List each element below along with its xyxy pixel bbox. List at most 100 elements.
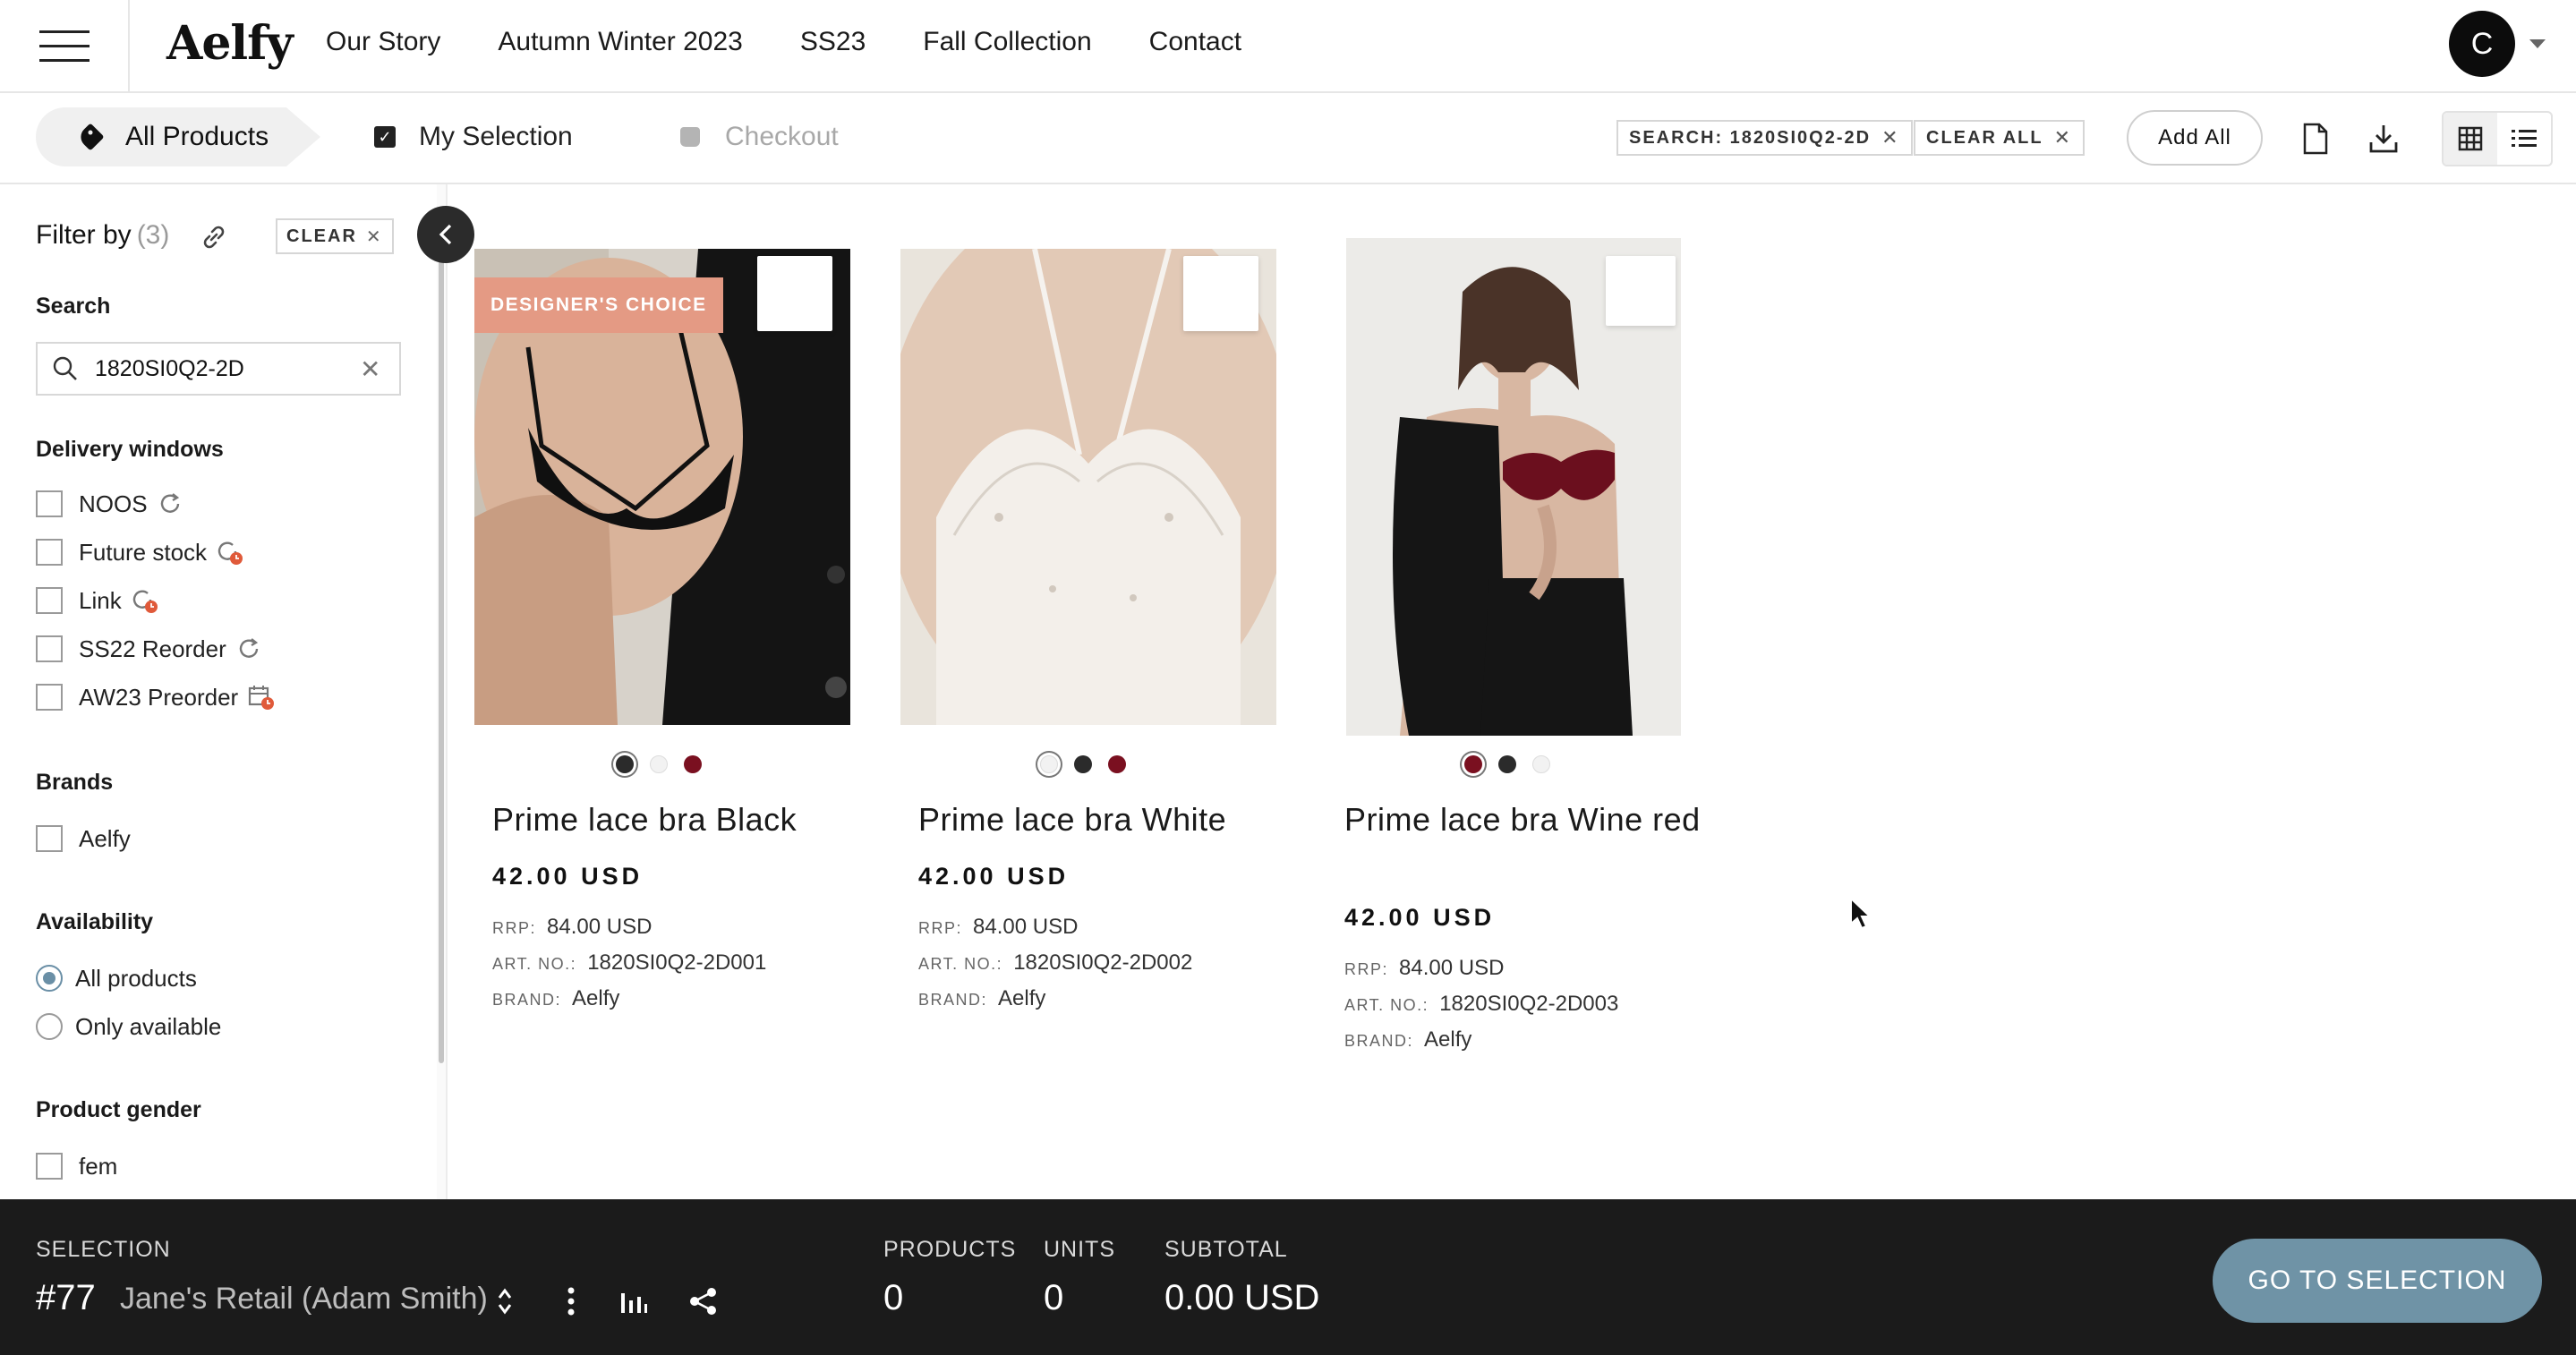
- rrp-label: RRP:: [492, 919, 537, 937]
- search-filter-chip[interactable]: SEARCH: 1820SI0Q2-2D ✕: [1616, 120, 1913, 156]
- product-rrp: RRP: 84.00 USD: [918, 915, 1078, 940]
- swatch-wine-red[interactable]: [1464, 755, 1482, 773]
- product-rrp: RRP: 84.00 USD: [1344, 956, 1504, 981]
- radio-selected[interactable]: [36, 965, 63, 992]
- share-icon[interactable]: [686, 1283, 721, 1319]
- close-icon[interactable]: ✕: [1881, 126, 1899, 149]
- step-all-products-label: All Products: [125, 122, 269, 151]
- rrp-label: RRP:: [1344, 960, 1389, 978]
- subtotal-value: 0.00 USD: [1164, 1278, 1320, 1317]
- nav-our-story[interactable]: Our Story: [326, 27, 440, 57]
- clear-all-chip[interactable]: CLEAR ALL ✕: [1914, 120, 2086, 156]
- brand-logo[interactable]: Aelfy: [166, 16, 294, 71]
- filter-option-label: NOOS: [79, 490, 148, 517]
- clear-filters-label: CLEAR: [286, 226, 357, 246]
- menu-icon[interactable]: [0, 0, 130, 93]
- close-icon[interactable]: ✕: [2054, 126, 2072, 149]
- step-all-products[interactable]: All Products: [36, 107, 320, 166]
- filter-option-future-stock[interactable]: Future stock: [36, 537, 244, 567]
- avatar[interactable]: C: [2449, 11, 2515, 77]
- brand-value: Aelfy: [572, 986, 620, 1010]
- step-checkout-label: Checkout: [725, 122, 839, 151]
- close-icon[interactable]: ✕: [366, 226, 383, 248]
- add-all-button[interactable]: Add All: [2127, 110, 2263, 166]
- list-view-icon[interactable]: [2497, 113, 2551, 165]
- product-art-no: ART. NO.: 1820SI0Q2-2D003: [1344, 992, 1618, 1017]
- chevron-left-icon: [439, 224, 452, 245]
- clear-search-icon[interactable]: ✕: [360, 354, 380, 384]
- more-options-icon[interactable]: [553, 1283, 589, 1319]
- radio[interactable]: [36, 1013, 63, 1040]
- selection-name[interactable]: Jane's Retail (Adam Smith): [120, 1282, 488, 1317]
- go-to-selection-button[interactable]: GO TO SELECTION: [2213, 1239, 2542, 1323]
- nav-contact[interactable]: Contact: [1149, 27, 1241, 57]
- rrp-value: 84.00 USD: [547, 915, 653, 939]
- product-name[interactable]: Prime lace bra Black: [492, 797, 850, 843]
- swatch-white[interactable]: [1040, 755, 1058, 773]
- link-icon[interactable]: [199, 222, 231, 254]
- filter-option-link[interactable]: Link: [36, 585, 159, 616]
- brand-label: BRAND:: [918, 991, 988, 1009]
- selection-id: #77: [36, 1278, 96, 1317]
- swatch-wine-red[interactable]: [1108, 755, 1126, 773]
- step-checkout[interactable]: Checkout: [680, 107, 839, 166]
- clear-filters-chip[interactable]: CLEAR ✕: [276, 218, 394, 254]
- checkbox[interactable]: [36, 825, 63, 852]
- nav-fall-collection[interactable]: Fall Collection: [923, 27, 1091, 57]
- swatch-black[interactable]: [1074, 755, 1092, 773]
- swatch-black[interactable]: [1498, 755, 1516, 773]
- selection-switcher-icon[interactable]: [487, 1283, 523, 1319]
- top-header: Aelfy Our Story Autumn Winter 2023 SS23 …: [0, 0, 2576, 93]
- brand-value: Aelfy: [998, 986, 1046, 1010]
- selection-bar: SELECTION #77 Jane's Retail (Adam Smith)…: [0, 1199, 2576, 1355]
- nav-autumn-winter-2023[interactable]: Autumn Winter 2023: [498, 27, 742, 57]
- document-icon[interactable]: [2297, 120, 2334, 158]
- brand-value: Aelfy: [1424, 1027, 1472, 1052]
- search-filter-chip-label: SEARCH: 1820SI0Q2-2D: [1629, 127, 1872, 148]
- products-label: PRODUCTS: [883, 1237, 1017, 1262]
- filter-option-gender-fem[interactable]: fem: [36, 1151, 117, 1181]
- checkbox[interactable]: [36, 684, 63, 711]
- sidebar-scroll-thumb[interactable]: [439, 233, 444, 1063]
- filter-option-ss22-reorder[interactable]: SS22 Reorder: [36, 634, 262, 664]
- product-price: 42.00 USD: [492, 863, 644, 890]
- search-field[interactable]: ✕: [36, 342, 401, 396]
- collapse-sidebar-button[interactable]: [417, 206, 474, 263]
- filter-option-aw23-preorder[interactable]: AW23 Preorder: [36, 682, 276, 712]
- select-product-checkbox[interactable]: [1606, 256, 1676, 326]
- swatch-black[interactable]: [616, 755, 634, 773]
- checkbox[interactable]: [36, 490, 63, 517]
- product-art-no: ART. NO.: 1820SI0Q2-2D001: [492, 950, 766, 976]
- swatch-white[interactable]: [650, 755, 668, 773]
- chevron-down-icon[interactable]: [2529, 39, 2546, 48]
- nav-ss23[interactable]: SS23: [800, 27, 866, 57]
- checkbox[interactable]: [36, 539, 63, 566]
- product-name[interactable]: Prime lace bra White: [918, 797, 1276, 843]
- filter-sidebar: Filter by(3) CLEAR ✕ Search ✕ Delivery w…: [0, 184, 448, 1199]
- product-brand: BRAND: Aelfy: [1344, 1027, 1471, 1052]
- checkbox[interactable]: [36, 1153, 63, 1180]
- checkbox[interactable]: [36, 635, 63, 662]
- search-input[interactable]: [95, 355, 354, 382]
- bar-chart-icon[interactable]: [616, 1283, 652, 1319]
- refresh-icon: [235, 635, 262, 662]
- product-name[interactable]: Prime lace bra Wine red: [1344, 797, 1702, 843]
- availability-heading: Availability: [36, 909, 154, 934]
- step-my-selection[interactable]: ✓ My Selection: [374, 107, 573, 166]
- checkbox[interactable]: [36, 587, 63, 614]
- art-value: 1820SI0Q2-2D001: [587, 950, 767, 975]
- product-brand: BRAND: Aelfy: [492, 986, 619, 1011]
- swatch-white[interactable]: [1532, 755, 1550, 773]
- filter-option-noos[interactable]: NOOS: [36, 489, 183, 519]
- select-product-checkbox[interactable]: [1183, 256, 1258, 331]
- swatch-wine-red[interactable]: [684, 755, 702, 773]
- grid-view-icon[interactable]: [2444, 113, 2497, 165]
- download-icon[interactable]: [2365, 120, 2402, 158]
- designers-choice-badge: DESIGNER'S CHOICE: [474, 277, 723, 333]
- availability-only-available[interactable]: Only available: [36, 1011, 221, 1042]
- availability-all-products[interactable]: All products: [36, 963, 197, 993]
- color-swatches: [616, 755, 702, 773]
- filter-option-label: fem: [79, 1152, 118, 1180]
- filter-option-brand-aelfy[interactable]: Aelfy: [36, 823, 131, 854]
- select-product-checkbox[interactable]: [757, 256, 832, 331]
